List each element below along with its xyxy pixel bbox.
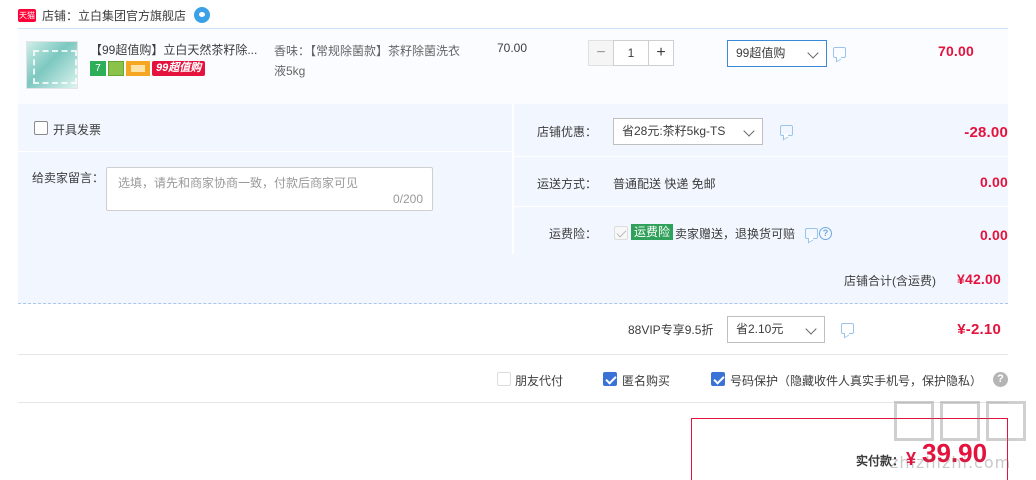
options-right: 店铺优惠： 省28元:茶籽5kg-TS -28.00 运送方式： 普通配送 快递…: [514, 104, 1008, 254]
promo-99-badge: 99超值购: [152, 61, 206, 76]
message-counter: 0/200: [392, 192, 423, 206]
shipping-value: 普通配送 快递 免邮: [613, 177, 716, 191]
product-sku: 香味：【常规除菌款】茶籽除菌洗衣液5kg: [274, 44, 461, 78]
payment-label: 实付款：: [856, 454, 905, 468]
vip-label: 88VIP专享9.5折: [628, 323, 714, 337]
shop-discount-select[interactable]: 省28元:茶籽5kg-TS: [613, 118, 763, 145]
anonymous-checkbox[interactable]: [603, 372, 617, 386]
product-title-link[interactable]: 【99超值购】立白天然茶籽除...: [90, 41, 268, 58]
message-placeholder: 选填，请先和商家协商一致，付款后商家可见: [118, 176, 359, 190]
insurance-amount: 0.00: [979, 227, 1008, 243]
qty-increase-button[interactable]: +: [648, 40, 674, 66]
seven-day-return-icon: 7: [90, 61, 106, 76]
insurance-text: 卖家赠送，退换货可赔: [675, 227, 796, 241]
product-thumbnail[interactable]: [26, 41, 78, 89]
chevron-down-icon: [807, 47, 819, 59]
help-icon[interactable]: ?: [993, 372, 1008, 387]
order-options-panel: 开具发票 给卖家留言： 选填，请先和商家协商一致，付款后商家可见 0/200 店…: [18, 104, 1008, 254]
vip-discount-row: 88VIP专享9.5折 省2.10元 ¥-2.10: [18, 305, 1008, 355]
order-item-row: 【99超值购】立白天然茶籽除... 7 99超值购 香味：【常规除菌款】茶籽除菌…: [18, 28, 1008, 104]
friend-pay-label: 朋友代付: [515, 374, 564, 388]
invoice-checkbox[interactable]: [34, 121, 48, 135]
seller-message-textarea[interactable]: 选填，请先和商家协商一致，付款后商家可见 0/200: [106, 167, 433, 211]
guarantee-icon: [108, 61, 124, 76]
friend-pay-checkbox[interactable]: [497, 372, 511, 386]
chevron-down-icon: [805, 323, 817, 335]
credit-card-icon: [126, 61, 150, 76]
divider: [18, 151, 512, 152]
message-icon[interactable]: [805, 228, 818, 239]
insurance-tag: 运费险: [631, 224, 674, 240]
vip-select[interactable]: 省2.10元: [727, 316, 825, 343]
product-badges: 7 99超值购: [90, 61, 206, 76]
help-circle-icon[interactable]: ?: [819, 227, 832, 240]
shipping-label: 运送方式：: [537, 177, 598, 191]
tmall-logo-icon: 天猫: [18, 8, 36, 22]
message-icon[interactable]: [780, 125, 793, 136]
wangwang-chat-icon[interactable]: [194, 7, 211, 23]
insurance-checkbox: [614, 226, 628, 240]
qty-input[interactable]: 1: [613, 40, 649, 66]
item-amount: 70.00: [937, 43, 974, 59]
vip-select-value: 省2.10元: [736, 322, 784, 336]
extra-options-row: 朋友代付 匿名购买 号码保护（隐藏收件人真实手机号，保护隐私） ?: [18, 355, 1008, 403]
payment-summary-box: 实付款： ¥ 39.90: [691, 418, 1008, 480]
message-icon[interactable]: [833, 47, 846, 58]
options-left: 开具发票 给卖家留言： 选填，请先和商家协商一致，付款后商家可见 0/200: [18, 104, 512, 254]
divider: [514, 206, 1008, 207]
promo-select[interactable]: 99超值购: [727, 40, 827, 67]
message-icon[interactable]: [841, 323, 854, 334]
unit-price: 70.00: [497, 41, 528, 55]
payment-value: 39.90: [922, 438, 988, 468]
shop-label: 店铺：: [42, 8, 79, 23]
number-protect-label: 号码保护（隐藏收件人真实手机号，保护隐私）: [730, 374, 983, 388]
shop-discount-label: 店铺优惠：: [537, 125, 598, 139]
message-label: 给卖家留言：: [32, 171, 105, 185]
subtotal-amount: ¥42.00: [956, 271, 1001, 287]
promo-select-value: 99超值购: [736, 46, 786, 60]
shipping-amount: 0.00: [979, 174, 1008, 190]
shop-subtotal-row: 店铺合计(含运费) ¥42.00: [18, 254, 1008, 304]
shop-name-link[interactable]: 立白集团官方旗舰店: [78, 7, 186, 24]
qty-decrease-button[interactable]: −: [588, 40, 614, 66]
payment-currency: ¥: [906, 449, 917, 469]
shop-discount-amount: -28.00: [964, 124, 1008, 141]
shop-header: 天猫 店铺： 立白集团官方旗舰店: [18, 6, 211, 24]
chevron-down-icon: [743, 125, 755, 137]
invoice-label: 开具发票: [53, 123, 102, 137]
anonymous-label: 匿名购买: [622, 374, 671, 388]
insurance-label: 运费险：: [549, 227, 598, 241]
number-protect-checkbox[interactable]: [711, 372, 725, 386]
subtotal-label: 店铺合计(含运费): [844, 274, 936, 288]
shop-discount-value: 省28元:茶籽5kg-TS: [622, 124, 726, 138]
vip-amount: ¥-2.10: [957, 321, 1001, 338]
divider: [514, 156, 1008, 157]
quantity-stepper: − 1 +: [588, 40, 674, 66]
